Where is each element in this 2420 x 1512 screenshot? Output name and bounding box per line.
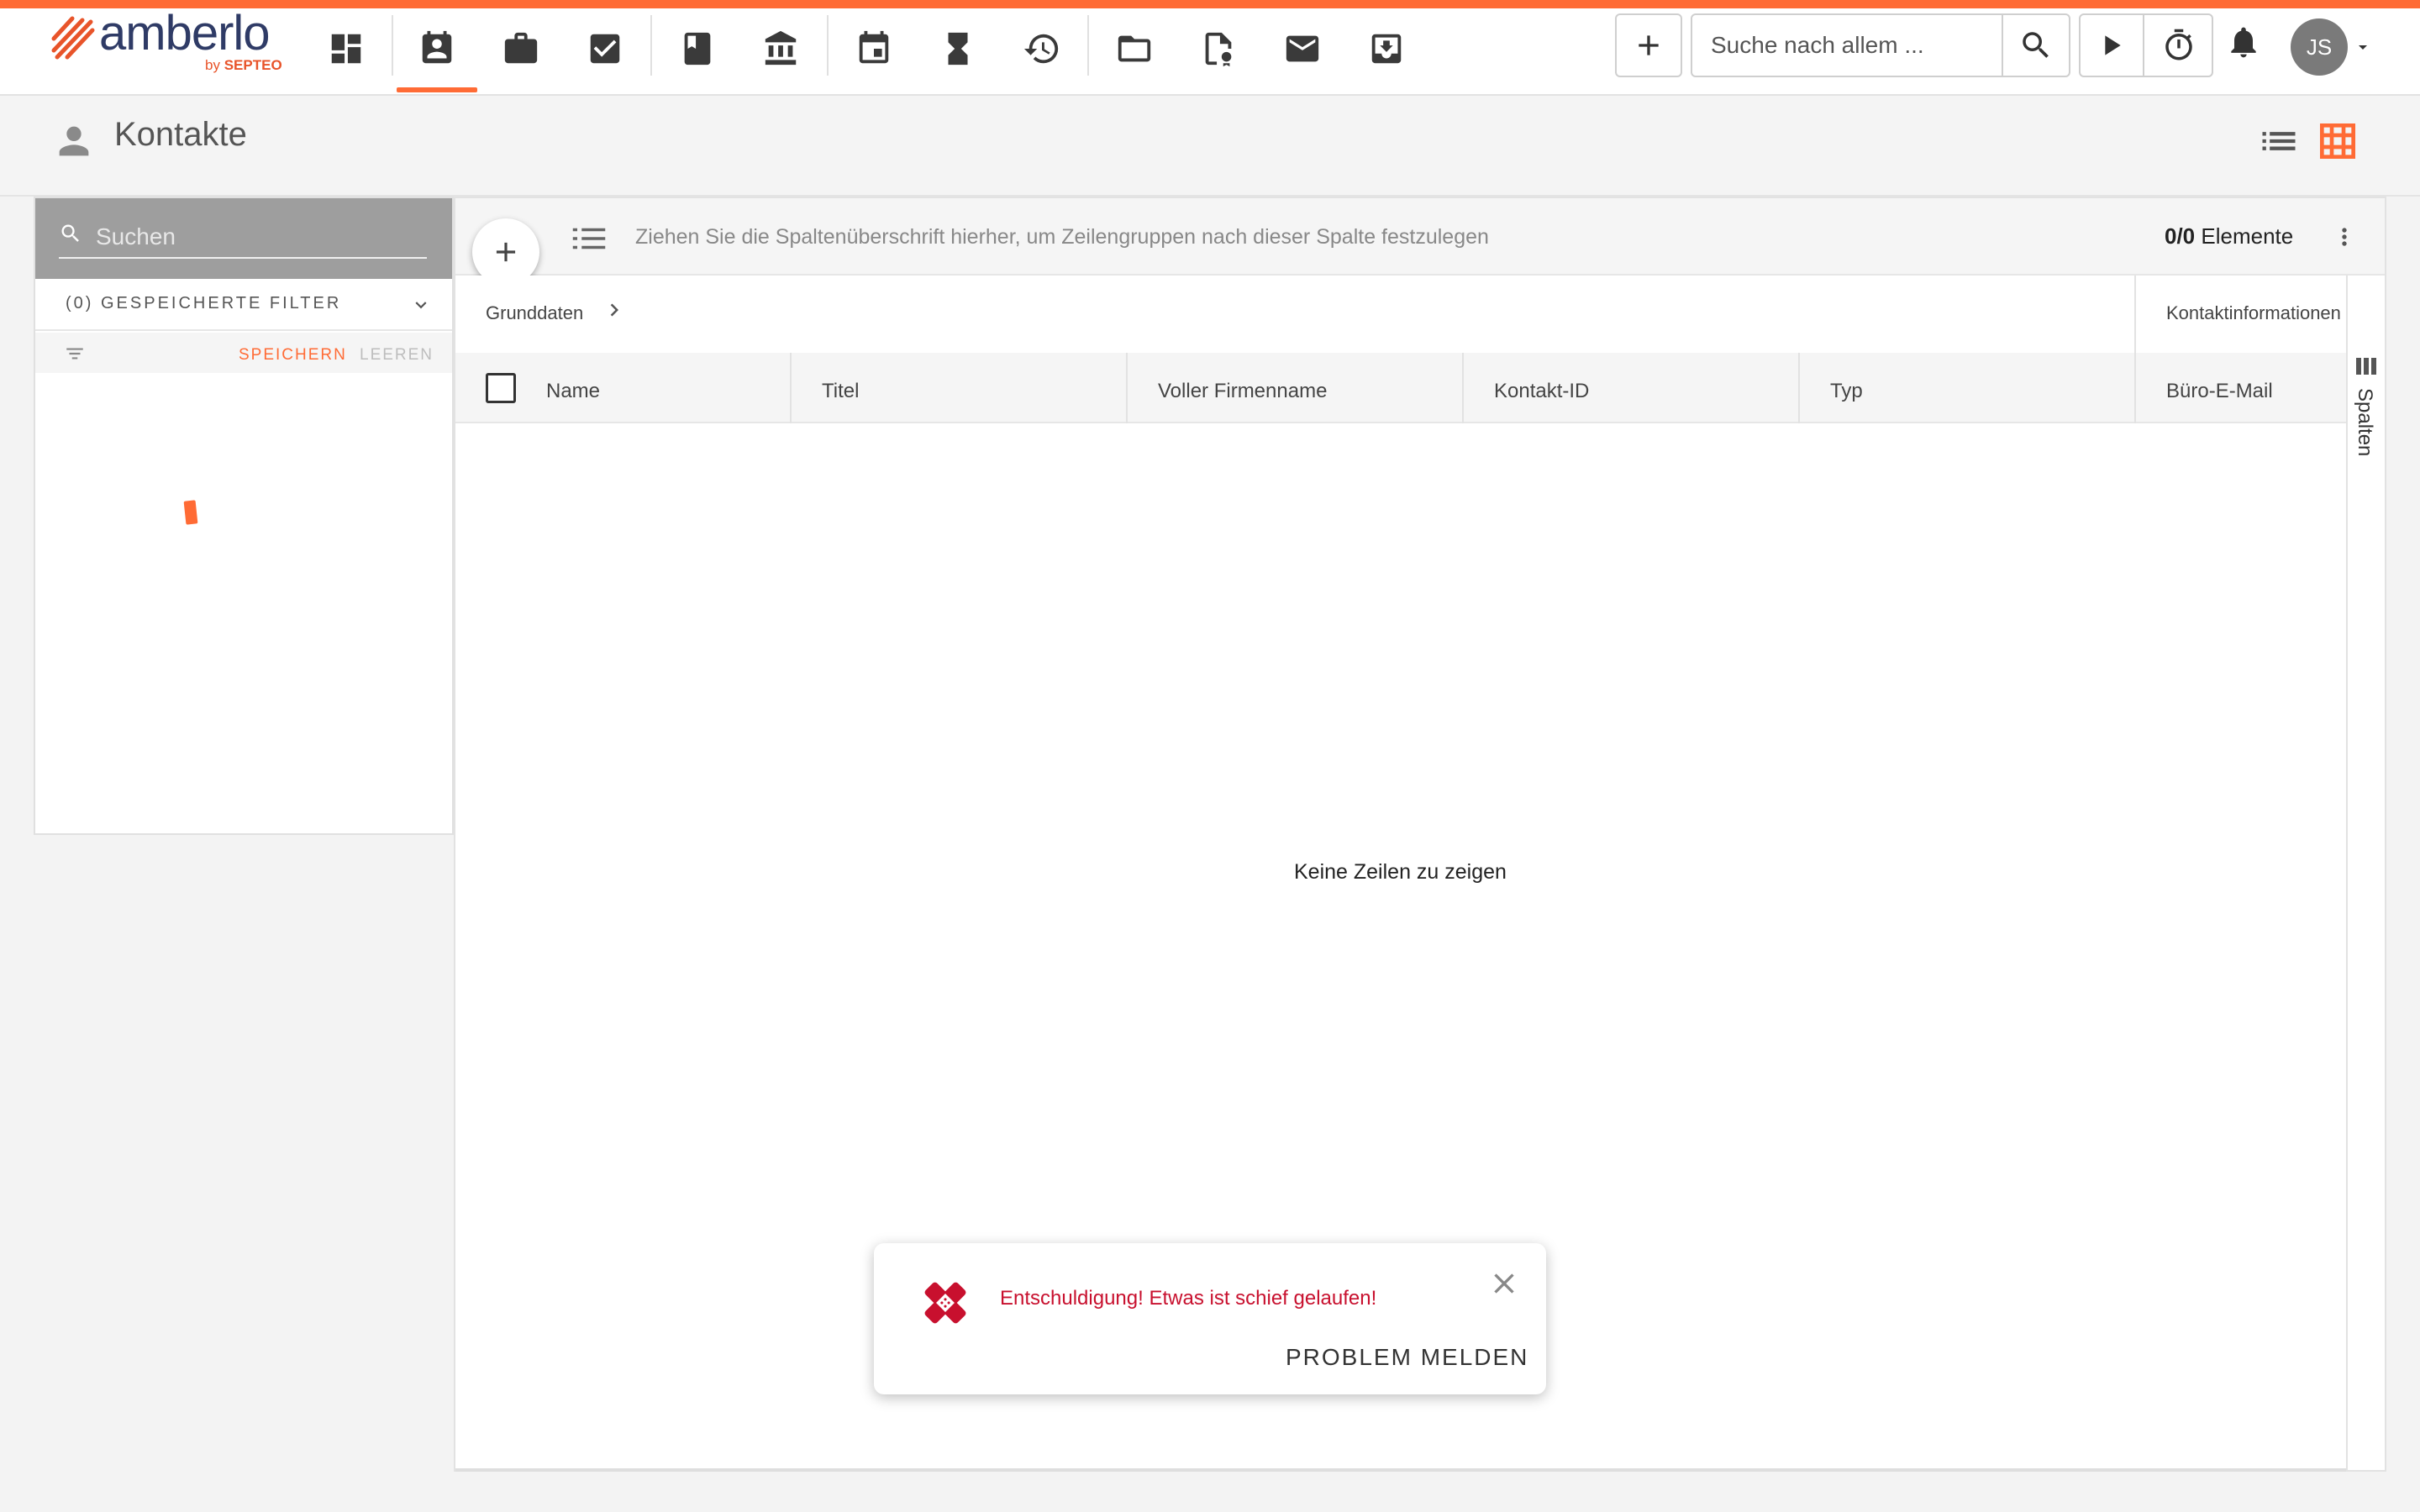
column-header-titel[interactable]: Titel: [822, 380, 859, 403]
inbox-download-icon: [1371, 34, 1402, 64]
item-count-value: 0/0: [2165, 223, 2196, 249]
logo-company-text: SEPTEO: [224, 57, 282, 73]
user-avatar[interactable]: JS: [2291, 18, 2348, 76]
column-header-kontakt-id[interactable]: Kontakt-ID: [1494, 380, 1589, 403]
column-group-kontaktinformationen[interactable]: Kontaktinformationen: [2166, 302, 2341, 324]
filter-lines-icon[interactable]: [64, 344, 86, 363]
hourglass-icon: [948, 32, 968, 66]
grid-view-icon[interactable]: [2314, 118, 2361, 165]
bell-icon: [2231, 27, 2256, 58]
nav-inbox[interactable]: [1346, 8, 1427, 89]
global-search-input[interactable]: [1692, 15, 2003, 76]
nav-calendar[interactable]: [834, 8, 914, 89]
column-separator[interactable]: [790, 353, 792, 423]
caret-down-icon[interactable]: [2353, 37, 2373, 57]
nav-separator: [650, 15, 652, 76]
search-icon: [61, 224, 79, 242]
play-icon: [2105, 35, 2121, 55]
nav-contacts[interactable]: [397, 8, 477, 92]
column-group-separator: [2134, 276, 2136, 353]
nav-separator: [1087, 15, 1089, 76]
global-search-button[interactable]: [2002, 15, 2069, 76]
nav-time[interactable]: [918, 8, 998, 89]
column-header-buero-email[interactable]: Büro-E-Mail: [2166, 380, 2273, 403]
chevron-down-icon[interactable]: [410, 294, 432, 316]
column-header-typ[interactable]: Typ: [1830, 380, 1863, 403]
logo-byline: by SEPTEO: [205, 57, 282, 74]
close-icon[interactable]: [1487, 1267, 1521, 1300]
filter-search-underline: [59, 257, 427, 259]
filter-search-input[interactable]: [94, 215, 425, 259]
nav-billing[interactable]: [1002, 8, 1082, 89]
bank-icon: [765, 30, 797, 66]
page-header: [0, 96, 2420, 197]
column-header-row: [455, 353, 2346, 423]
task-check-icon: [590, 34, 620, 64]
bandage-error-icon: [924, 1282, 966, 1324]
list-icon: [572, 228, 606, 249]
column-group-row: [455, 276, 2346, 353]
logo-stripes-icon: [51, 16, 95, 60]
column-header-firmenname[interactable]: Voller Firmenname: [1158, 380, 1327, 403]
row-group-hint: Ziehen Sie die Spaltenüberschrift hierhe…: [635, 225, 1489, 249]
logo-wordmark: amberlo: [99, 6, 271, 60]
contacts-icon: [422, 30, 452, 64]
columns-panel-toggle[interactable]: Spalten: [2353, 388, 2376, 456]
page-title: Kontakte: [114, 116, 247, 153]
error-toast: [874, 1243, 1546, 1394]
saved-filters-label: (0) GESPEICHERTE FILTER: [66, 294, 342, 312]
empty-state-text: Keine Zeilen zu zeigen: [1294, 860, 1507, 884]
grid-scrollbar[interactable]: [455, 1468, 2346, 1472]
stopwatch-button[interactable]: [2144, 13, 2213, 77]
list-view-icon[interactable]: [2257, 119, 2301, 163]
dashboard-icon: [331, 34, 361, 64]
folder-icon: [1118, 35, 1151, 62]
add-new-button[interactable]: [1615, 13, 1682, 77]
plus-icon: [1639, 35, 1659, 55]
person-icon: [59, 126, 89, 156]
column-separator[interactable]: [1462, 353, 1464, 423]
save-filter-button[interactable]: SPEICHERN: [239, 346, 347, 365]
book-icon: [684, 32, 711, 66]
logo-by-text: by: [205, 57, 220, 73]
column-header-name[interactable]: Name: [546, 380, 600, 403]
report-problem-button[interactable]: PROBLEM MELDEN: [1286, 1344, 1528, 1371]
error-toast-message: Entschuldigung! Etwas ist schief gelaufe…: [1000, 1287, 1377, 1310]
nav-documents[interactable]: [1094, 8, 1175, 89]
top-accent-stripe: [0, 0, 2420, 8]
column-separator[interactable]: [1798, 353, 1800, 423]
briefcase-icon: [504, 32, 538, 64]
calendar-icon: [859, 30, 889, 64]
nav-mail[interactable]: [1262, 8, 1343, 89]
columns-icon[interactable]: [2354, 356, 2378, 376]
mail-icon: [1286, 35, 1319, 62]
column-separator[interactable]: [1126, 353, 1128, 423]
item-count-label: Elemente: [2201, 223, 2294, 249]
plus-icon: [496, 242, 516, 262]
nav-library[interactable]: [657, 8, 738, 89]
nav-certificates[interactable]: [1178, 8, 1259, 89]
nav-matters[interactable]: [481, 8, 561, 89]
notifications-button[interactable]: [2225, 24, 2267, 66]
nav-bank[interactable]: [741, 8, 822, 89]
nav-separator: [392, 15, 393, 76]
search-icon: [2023, 32, 2049, 58]
item-count: 0/0 Elemente: [2165, 223, 2293, 249]
nav-tasks[interactable]: [565, 8, 645, 89]
billing-history-icon: [1023, 34, 1059, 64]
select-all-checkbox[interactable]: [486, 373, 516, 403]
column-separator[interactable]: [2134, 353, 2136, 423]
document-certificate-icon: [1205, 32, 1232, 67]
nav-separator: [827, 15, 829, 76]
global-search: [1691, 13, 2070, 77]
stopwatch-icon: [2165, 29, 2192, 60]
timer-play-button[interactable]: [2079, 13, 2144, 77]
chevron-right-icon[interactable]: [602, 297, 627, 323]
loading-spinner: [183, 500, 198, 525]
more-vertical-icon[interactable]: [2331, 220, 2358, 254]
column-group-grunddaten[interactable]: Grunddaten: [486, 302, 583, 324]
clear-filter-button[interactable]: LEEREN: [360, 346, 434, 365]
nav-dashboard[interactable]: [306, 8, 387, 89]
